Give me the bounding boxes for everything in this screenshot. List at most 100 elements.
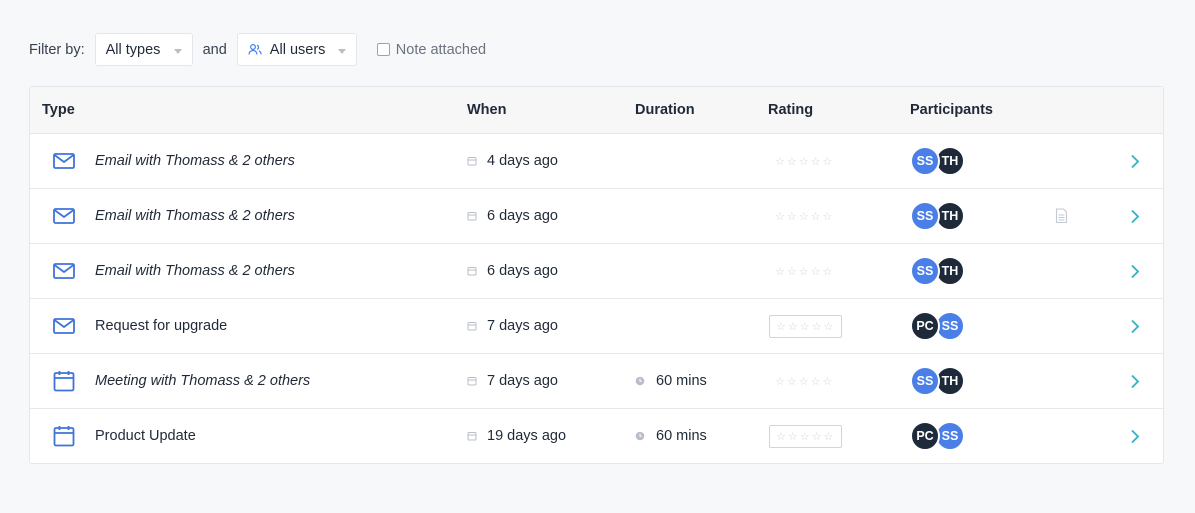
table-row[interactable]: Email with Thomass & 2 others 4 days ago ☆…	[30, 134, 1163, 189]
column-header-rating: Rating	[768, 102, 814, 118]
note-attached-filter[interactable]: Note attached	[376, 41, 487, 58]
star-icon[interactable]: ☆	[812, 430, 822, 443]
users-icon	[248, 43, 262, 56]
chevron-right-icon[interactable]	[1130, 354, 1140, 408]
participants-cell: PC SS	[910, 299, 965, 353]
star-rating[interactable]: ☆ ☆ ☆ ☆ ☆	[769, 314, 843, 338]
chevron-right-icon[interactable]	[1130, 244, 1140, 298]
star-icon[interactable]: ☆	[776, 430, 786, 443]
star-icon[interactable]: ☆	[823, 210, 833, 223]
star-icon[interactable]: ☆	[824, 430, 834, 443]
activity-subject[interactable]: Meeting with Thomass & 2 others	[95, 354, 310, 408]
avatar: SS	[910, 201, 940, 231]
calendar-icon	[52, 409, 76, 463]
when-text: 7 days ago	[487, 318, 558, 334]
star-icon[interactable]: ☆	[800, 320, 810, 333]
when-cell: 7 days ago	[467, 354, 558, 408]
clock-icon	[635, 376, 645, 386]
table-body: Email with Thomass & 2 others 4 days ago ☆…	[30, 134, 1163, 463]
table-row[interactable]: Meeting with Thomass & 2 others 7 days ag…	[30, 354, 1163, 409]
star-icon[interactable]: ☆	[823, 375, 833, 388]
star-icon[interactable]: ☆	[811, 375, 821, 388]
activity-subject[interactable]: Product Update	[95, 409, 196, 463]
star-icon[interactable]: ☆	[823, 265, 833, 278]
star-icon[interactable]: ☆	[787, 265, 797, 278]
activity-subject[interactable]: Email with Thomass & 2 others	[95, 189, 295, 243]
star-rating[interactable]: ☆ ☆ ☆ ☆ ☆	[769, 155, 832, 168]
star-icon[interactable]: ☆	[775, 155, 785, 168]
when-cell: 4 days ago	[467, 134, 558, 188]
star-icon[interactable]: ☆	[788, 320, 798, 333]
chevron-right-icon[interactable]	[1130, 409, 1140, 463]
star-icon[interactable]: ☆	[787, 210, 797, 223]
star-rating[interactable]: ☆ ☆ ☆ ☆ ☆	[769, 424, 843, 448]
activity-subject[interactable]: Email with Thomass & 2 others	[95, 244, 295, 298]
star-icon[interactable]: ☆	[787, 155, 797, 168]
email-icon	[52, 299, 76, 353]
star-icon[interactable]: ☆	[811, 265, 821, 278]
when-text: 6 days ago	[487, 208, 558, 224]
table-row[interactable]: Request for upgrade 7 days ago ☆ ☆ ☆ ☆ ☆ PC SS	[30, 299, 1163, 354]
note-attached-checkbox[interactable]	[376, 43, 390, 56]
participants-cell: SS TH	[910, 189, 965, 243]
when-text: 7 days ago	[487, 373, 558, 389]
note-attached-label: Note attached	[395, 41, 487, 58]
activity-subject[interactable]: Email with Thomass & 2 others	[95, 134, 295, 188]
activity-subject[interactable]: Request for upgrade	[95, 299, 227, 353]
email-icon	[52, 189, 76, 243]
star-icon[interactable]: ☆	[799, 265, 809, 278]
star-icon[interactable]: ☆	[812, 320, 822, 333]
type-filter-value: All types	[105, 41, 161, 58]
calendar-small-icon	[467, 266, 477, 276]
star-rating[interactable]: ☆ ☆ ☆ ☆ ☆	[769, 265, 832, 278]
star-icon[interactable]: ☆	[824, 320, 834, 333]
star-rating[interactable]: ☆ ☆ ☆ ☆ ☆	[769, 375, 832, 388]
star-icon[interactable]: ☆	[776, 320, 786, 333]
chevron-right-icon[interactable]	[1130, 189, 1140, 243]
column-header-participants: Participants	[910, 102, 993, 118]
avatar: PC	[910, 421, 940, 451]
star-icon[interactable]: ☆	[823, 155, 833, 168]
star-icon[interactable]: ☆	[811, 155, 821, 168]
table-header: Type When Duration Rating Participants	[30, 87, 1163, 134]
type-filter-select[interactable]: All types	[94, 33, 193, 66]
star-icon[interactable]: ☆	[775, 210, 785, 223]
duration-text: 60 mins	[656, 373, 707, 389]
participants-cell: SS TH	[910, 134, 965, 188]
star-icon[interactable]: ☆	[799, 375, 809, 388]
user-filter-select[interactable]: All users	[236, 33, 357, 66]
activity-table: Type When Duration Rating Participants E…	[29, 86, 1164, 464]
note-attached-icon[interactable]	[1055, 189, 1068, 243]
table-row[interactable]: Product Update 19 days ago 60 mins ☆ ☆ ☆ ☆ ☆ PC S…	[30, 409, 1163, 463]
star-icon[interactable]: ☆	[787, 375, 797, 388]
calendar-icon	[52, 354, 76, 408]
when-cell: 19 days ago	[467, 409, 566, 463]
email-icon	[52, 134, 76, 188]
column-header-duration: Duration	[635, 102, 695, 118]
when-cell: 6 days ago	[467, 244, 558, 298]
filter-label: Filter by:	[29, 41, 85, 58]
calendar-small-icon	[467, 211, 477, 221]
chevron-right-icon[interactable]	[1130, 299, 1140, 353]
rating-cell: ☆ ☆ ☆ ☆ ☆	[769, 409, 843, 463]
star-icon[interactable]: ☆	[788, 430, 798, 443]
star-icon[interactable]: ☆	[800, 430, 810, 443]
star-icon[interactable]: ☆	[775, 265, 785, 278]
star-rating[interactable]: ☆ ☆ ☆ ☆ ☆	[769, 210, 832, 223]
participants-cell: SS TH	[910, 244, 965, 298]
rating-cell: ☆ ☆ ☆ ☆ ☆	[769, 299, 843, 353]
chevron-down-icon	[337, 48, 346, 54]
star-icon[interactable]: ☆	[799, 210, 809, 223]
avatar: PC	[910, 311, 940, 341]
column-header-type: Type	[42, 102, 75, 118]
when-text: 4 days ago	[487, 153, 558, 169]
star-icon[interactable]: ☆	[775, 375, 785, 388]
rating-cell: ☆ ☆ ☆ ☆ ☆	[769, 354, 832, 408]
star-icon[interactable]: ☆	[799, 155, 809, 168]
when-cell: 6 days ago	[467, 189, 558, 243]
star-icon[interactable]: ☆	[811, 210, 821, 223]
chevron-right-icon[interactable]	[1130, 134, 1140, 188]
table-row[interactable]: Email with Thomass & 2 others 6 days ago ☆…	[30, 189, 1163, 244]
calendar-small-icon	[467, 321, 477, 331]
table-row[interactable]: Email with Thomass & 2 others 6 days ago ☆…	[30, 244, 1163, 299]
